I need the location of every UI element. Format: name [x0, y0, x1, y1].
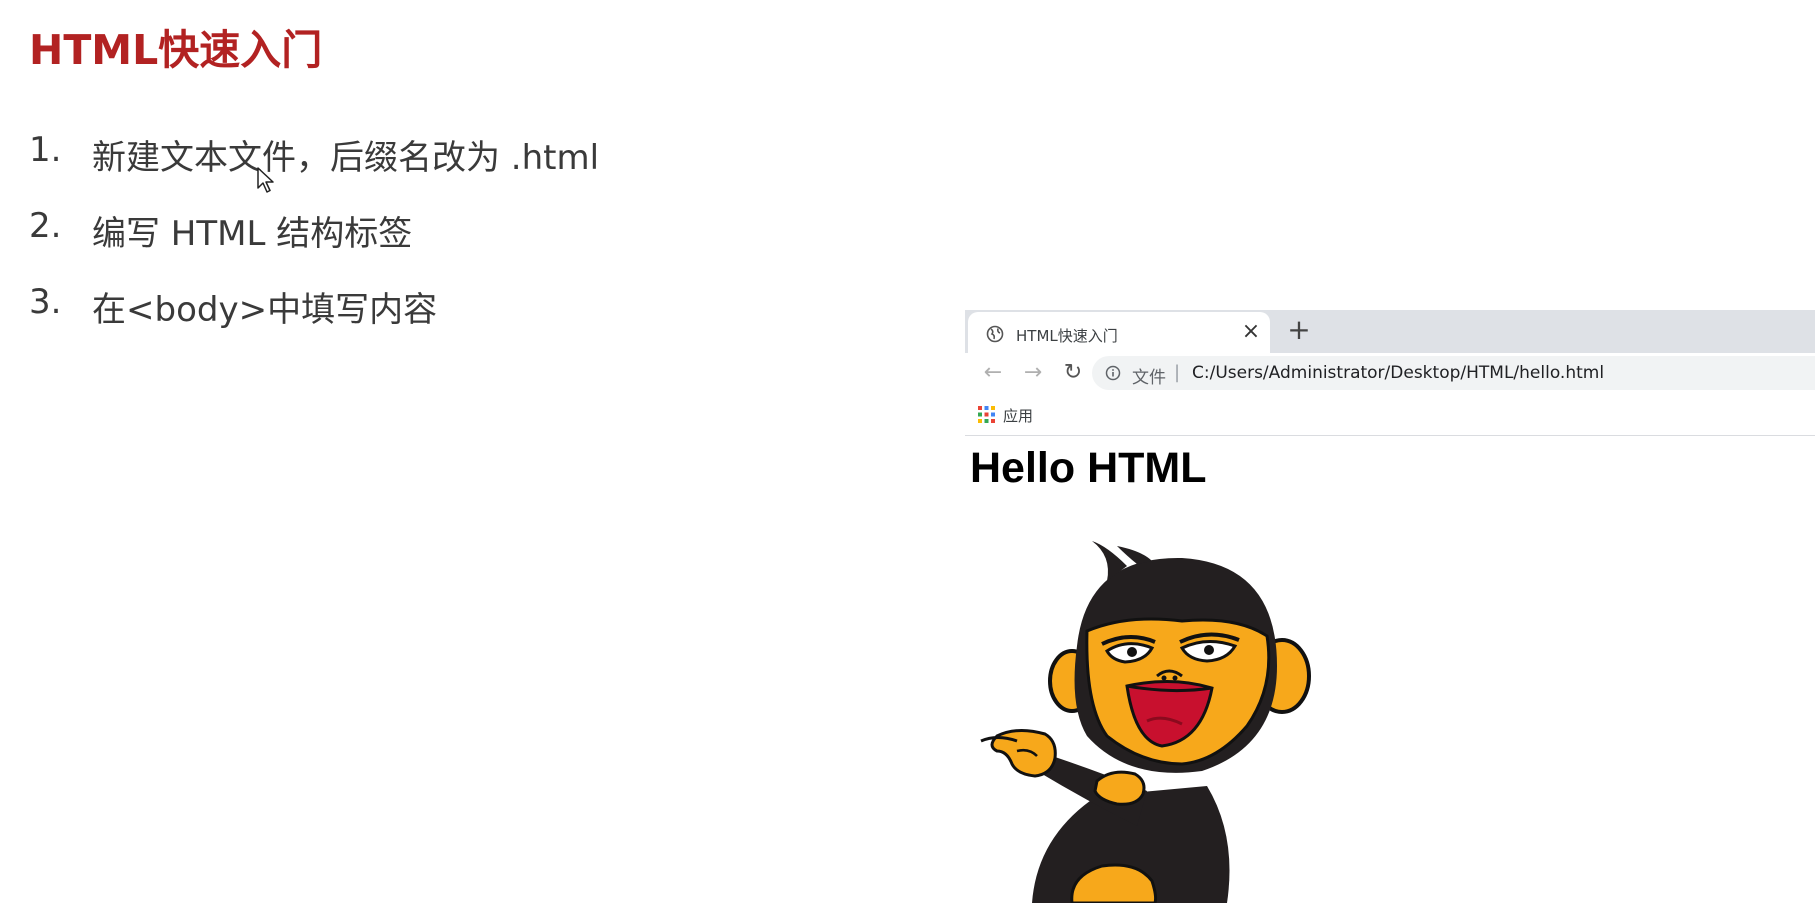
bookmark-apps-label[interactable]: 应用	[1003, 405, 1033, 426]
arrow-left-icon[interactable]: ←	[981, 361, 1005, 385]
tab-strip: HTML快速入门 × +	[965, 310, 1815, 353]
page-heading: Hello HTML	[970, 444, 1207, 492]
step-number: 1.	[29, 130, 62, 170]
url-divider: |	[1174, 362, 1181, 383]
address-bar[interactable]: 文件 | C:/Users/Administrator/Desktop/HTML…	[1092, 356, 1815, 390]
slide-title: HTML快速入门	[29, 26, 323, 74]
tab-title: HTML快速入门	[1016, 327, 1118, 345]
close-icon[interactable]: ×	[1239, 320, 1263, 344]
steps-list: 1. 新建文本文件，后缀名改为 .html 2. 编写 HTML 结构标签 3.…	[29, 130, 599, 358]
step-text: 在<body>中填写内容	[92, 290, 438, 330]
mouse-cursor-icon	[257, 167, 274, 193]
step-text: 编写 HTML 结构标签	[92, 214, 413, 254]
step-item: 3. 在<body>中填写内容	[29, 282, 599, 358]
plus-icon[interactable]: +	[1285, 316, 1313, 344]
step-item: 1. 新建文本文件，后缀名改为 .html	[29, 130, 599, 206]
arrow-right-icon[interactable]: →	[1021, 361, 1045, 385]
globe-icon	[986, 325, 1004, 343]
url-scheme-label: 文件	[1132, 368, 1166, 388]
url-text[interactable]: C:/Users/Administrator/Desktop/HTML/hell…	[1192, 363, 1604, 383]
tab-html-quickstart[interactable]: HTML快速入门 ×	[968, 312, 1270, 353]
browser-window: HTML快速入门 × + ← → ↻ 文件 | C:/Users/Adminis…	[965, 310, 1815, 903]
page-content: Hello HTML	[965, 436, 1815, 903]
apps-grid-icon[interactable]	[978, 406, 995, 423]
reload-icon[interactable]: ↻	[1061, 361, 1085, 385]
step-text: 新建文本文件，后缀名改为 .html	[92, 138, 600, 178]
step-item: 2. 编写 HTML 结构标签	[29, 206, 599, 282]
bookmarks-bar: 应用	[965, 395, 1815, 436]
browser-toolbar: ← → ↻ 文件 | C:/Users/Administrator/Deskto…	[965, 353, 1815, 395]
step-number: 2.	[29, 206, 62, 246]
monkey-mascot-image	[980, 541, 1311, 903]
info-icon[interactable]	[1105, 365, 1121, 381]
step-number: 3.	[29, 282, 62, 322]
